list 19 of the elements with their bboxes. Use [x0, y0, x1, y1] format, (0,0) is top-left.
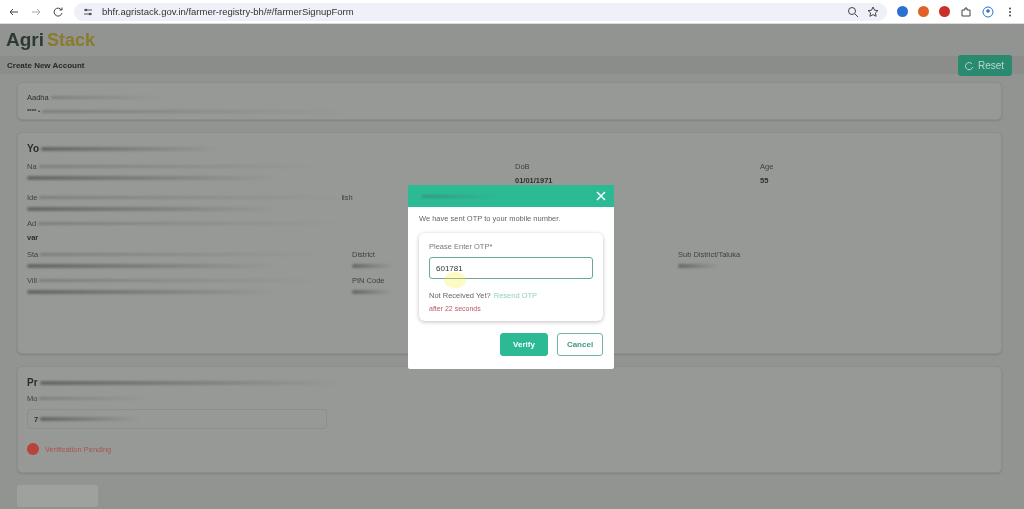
- page-title: Create New Account: [7, 60, 85, 70]
- logo-text: Agri: [6, 29, 44, 51]
- extension-icon[interactable]: [897, 6, 908, 17]
- otp-field[interactable]: 601781: [429, 257, 593, 279]
- cursor-highlight: [444, 272, 466, 288]
- section-heading: Pr: [27, 377, 38, 388]
- section-heading: Yo: [27, 143, 40, 154]
- zoom-icon[interactable]: [847, 5, 859, 18]
- verify-button[interactable]: Verify: [500, 333, 548, 356]
- extension-icon[interactable]: [918, 6, 929, 17]
- profile-icon[interactable]: [982, 5, 994, 18]
- refresh-icon: [964, 60, 974, 71]
- extension-icon[interactable]: [939, 6, 950, 17]
- reset-button[interactable]: Reset: [958, 55, 1012, 76]
- star-icon[interactable]: [867, 5, 879, 18]
- cancel-button[interactable]: Cancel: [557, 333, 603, 356]
- logo-text: Stack: [47, 29, 96, 51]
- address-bar[interactable]: bhfr.agristack.gov.in/farmer-registry-bh/#/farmerSignupForm: [74, 2, 887, 21]
- reload-icon[interactable]: [52, 5, 64, 18]
